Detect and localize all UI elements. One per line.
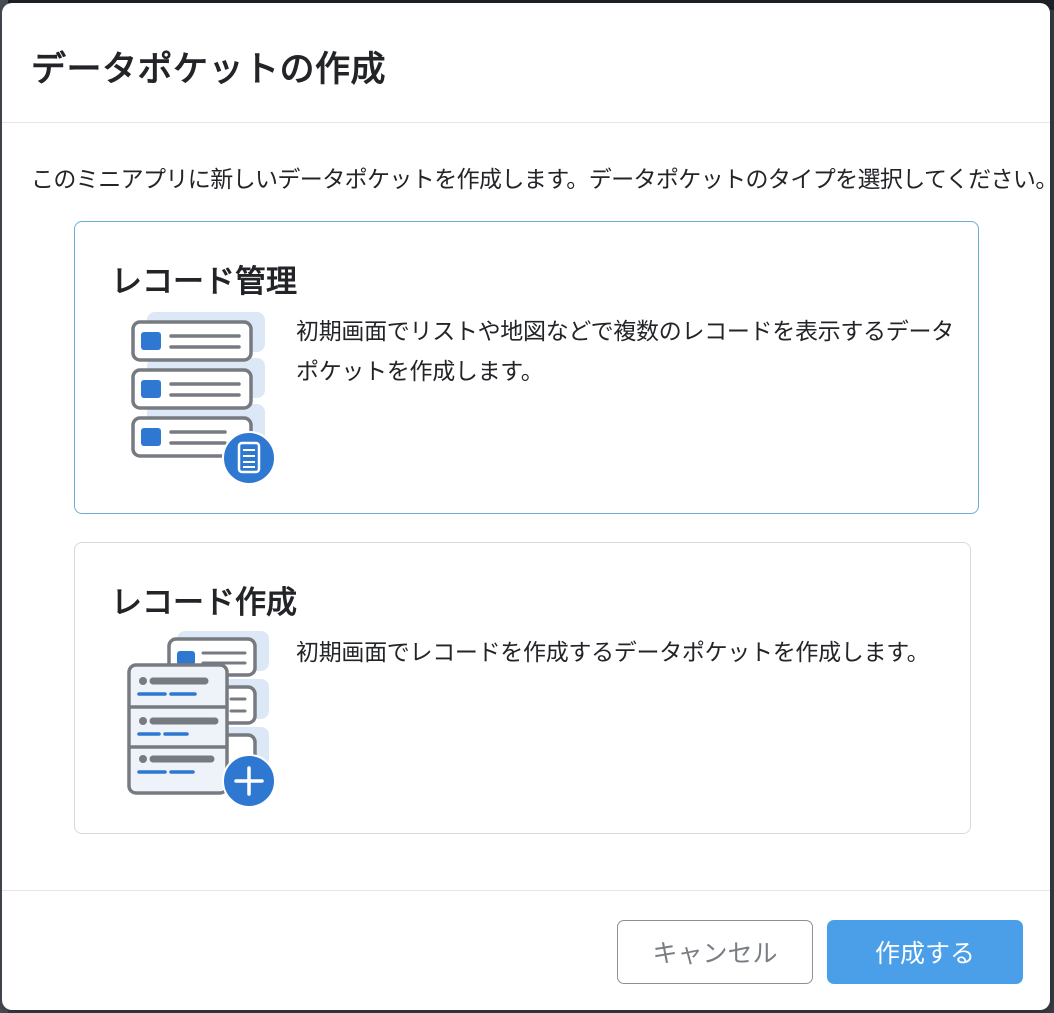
record-create-icon: [125, 627, 276, 808]
dialog-title: データポケットの作成: [31, 50, 387, 90]
create-button[interactable]: 作成する: [827, 920, 1023, 984]
option-description: 初期画面でレコードを作成するデータポケットを作成します。: [296, 640, 930, 666]
dialog-footer: キャンセル 作成する: [2, 890, 1050, 1010]
option-card-record-management[interactable]: レコード管理 初期画面でリストや地図などで複数のレコードを表示するデータポケット…: [74, 221, 979, 514]
create-data-pocket-dialog: データポケットの作成 このミニアプリに新しいデータポケットを作成します。データポ…: [2, 3, 1050, 1010]
record-list-icon: [125, 306, 276, 486]
dialog-description: このミニアプリに新しいデータポケットを作成します。データポケットのタイプを選択し…: [31, 167, 1050, 193]
dialog-header: データポケットの作成: [2, 3, 1050, 123]
cancel-button[interactable]: キャンセル: [617, 920, 813, 984]
option-description: 初期画面でリストや地図などで複数のレコードを表示するデータポケットを作成します。: [296, 319, 954, 385]
option-title: レコード作成: [111, 585, 297, 621]
option-card-record-create[interactable]: レコード作成 初期画面でレコードを作成するデータポケットを作成します。: [74, 542, 971, 834]
option-title: レコード管理: [111, 264, 297, 300]
